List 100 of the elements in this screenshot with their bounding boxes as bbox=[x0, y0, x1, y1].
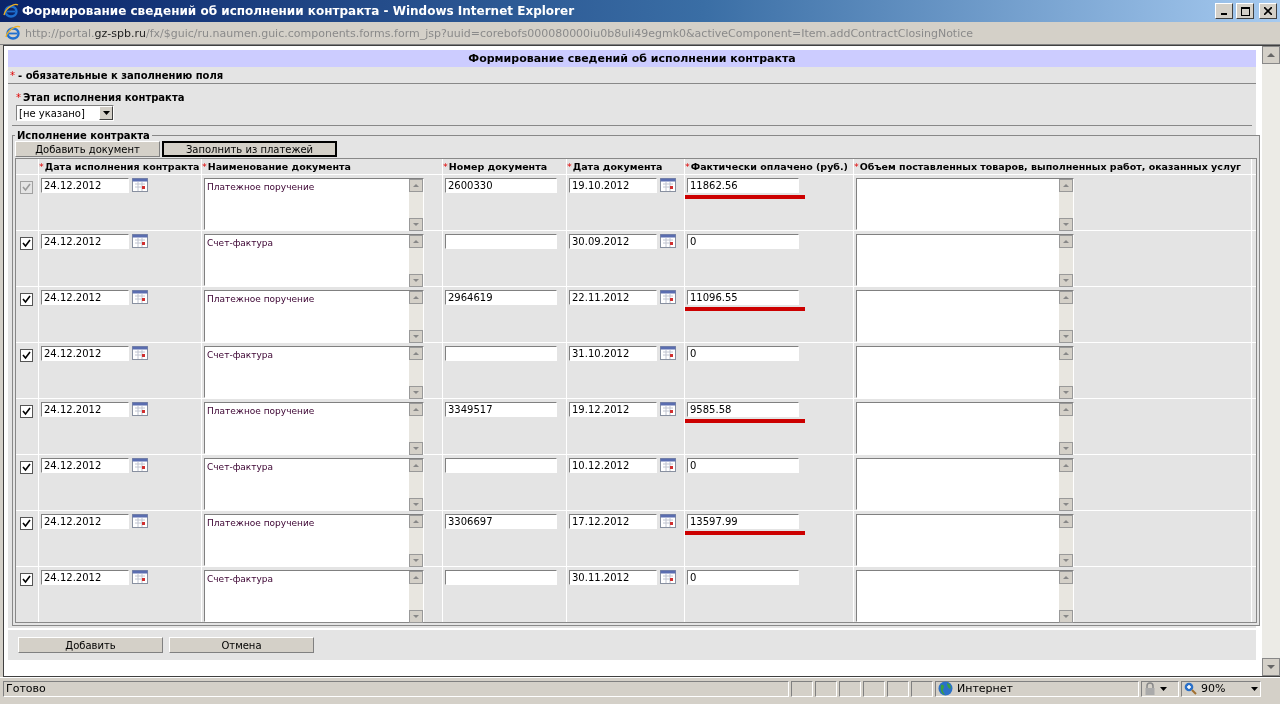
volume-field[interactable] bbox=[856, 234, 1074, 286]
calendar-icon[interactable] bbox=[132, 234, 148, 248]
date-field[interactable]: 24.12.2012 bbox=[41, 234, 129, 249]
document-name-field[interactable]: Платежное поручение bbox=[204, 402, 424, 454]
paid-amount-field[interactable]: 0 bbox=[687, 570, 799, 585]
scroll-bar[interactable] bbox=[409, 403, 423, 455]
document-number-field[interactable]: 2964619 bbox=[445, 290, 557, 305]
calendar-icon[interactable] bbox=[660, 402, 676, 416]
scroll-bar[interactable] bbox=[1059, 291, 1073, 343]
scroll-bar[interactable] bbox=[1059, 459, 1073, 511]
calendar-icon[interactable] bbox=[132, 346, 148, 360]
volume-field[interactable] bbox=[856, 458, 1074, 510]
calendar-icon[interactable] bbox=[132, 458, 148, 472]
close-button[interactable] bbox=[1259, 3, 1277, 19]
date-field[interactable]: 30.09.2012 bbox=[569, 234, 657, 249]
caret-icon[interactable] bbox=[1251, 686, 1258, 691]
address-url[interactable]: http://portal.gz-spb.ru/fx/$guic/ru.naumen.guic.components.forms.form_jsp?uuid=corebofs000080000iu0b8uli49egmk0&activeComponent=Item.addContractClosingNotice bbox=[25, 26, 974, 40]
date-field[interactable]: 24.12.2012 bbox=[41, 290, 129, 305]
calendar-icon[interactable] bbox=[660, 234, 676, 248]
scroll-bar[interactable] bbox=[1059, 235, 1073, 287]
form-button[interactable]: Добавить bbox=[18, 637, 163, 653]
scroll-bar[interactable] bbox=[409, 571, 423, 623]
date-field[interactable]: 17.12.2012 bbox=[569, 514, 657, 529]
zoom-icon[interactable] bbox=[1184, 682, 1197, 695]
calendar-icon[interactable] bbox=[132, 290, 148, 304]
volume-field[interactable] bbox=[856, 570, 1074, 622]
minimize-button[interactable] bbox=[1215, 3, 1233, 19]
calendar-icon[interactable] bbox=[660, 178, 676, 192]
column-header: Объем поставленных товаров, выполненных работ, оказанных услуг bbox=[859, 161, 1242, 172]
document-name-field[interactable]: Счет-фактура bbox=[204, 234, 424, 286]
document-name-field[interactable]: Платежное поручение bbox=[204, 514, 424, 566]
toolbar-button[interactable]: Заполнить из платежей bbox=[162, 141, 337, 157]
scroll-bar[interactable] bbox=[409, 459, 423, 511]
calendar-icon[interactable] bbox=[132, 402, 148, 416]
maximize-button[interactable] bbox=[1236, 3, 1254, 19]
required-mark: * bbox=[16, 92, 21, 103]
document-name-field[interactable]: Счет-фактура bbox=[204, 346, 424, 398]
volume-field[interactable] bbox=[856, 346, 1074, 398]
scroll-bar[interactable] bbox=[409, 235, 423, 287]
document-name-field[interactable]: Платежное поручение bbox=[204, 290, 424, 342]
document-number-field[interactable] bbox=[445, 570, 557, 585]
volume-field[interactable] bbox=[856, 402, 1074, 454]
calendar-icon[interactable] bbox=[660, 458, 676, 472]
date-field[interactable]: 19.12.2012 bbox=[569, 402, 657, 417]
date-field[interactable]: 24.12.2012 bbox=[41, 514, 129, 529]
paid-amount-field[interactable]: 11096.55 bbox=[687, 290, 799, 305]
row-checkbox[interactable] bbox=[20, 461, 33, 474]
calendar-icon[interactable] bbox=[132, 514, 148, 528]
row-checkbox[interactable] bbox=[20, 293, 33, 306]
document-number-field[interactable] bbox=[445, 346, 557, 361]
row-checkbox[interactable] bbox=[20, 237, 33, 250]
document-number-field[interactable]: 3306697 bbox=[445, 514, 557, 529]
paid-amount-field[interactable]: 0 bbox=[687, 234, 799, 249]
calendar-icon[interactable] bbox=[660, 570, 676, 584]
scroll-bar[interactable] bbox=[1059, 403, 1073, 455]
calendar-icon[interactable] bbox=[660, 346, 676, 360]
scroll-bar[interactable] bbox=[409, 515, 423, 567]
date-field[interactable]: 24.12.2012 bbox=[41, 346, 129, 361]
calendar-icon[interactable] bbox=[132, 570, 148, 584]
date-field[interactable]: 24.12.2012 bbox=[41, 570, 129, 585]
scroll-bar[interactable] bbox=[409, 291, 423, 343]
document-number-field[interactable] bbox=[445, 234, 557, 249]
row-checkbox[interactable] bbox=[20, 573, 33, 586]
stage-select[interactable]: [не указано] bbox=[16, 105, 114, 121]
column-header: Дата документа bbox=[572, 161, 663, 172]
scroll-bar[interactable] bbox=[409, 347, 423, 399]
paid-amount-field[interactable]: 0 bbox=[687, 458, 799, 473]
window-title: Формирование сведений об исполнении контракта - Windows Internet Explorer bbox=[22, 4, 576, 18]
document-number-field[interactable] bbox=[445, 458, 557, 473]
calendar-icon[interactable] bbox=[132, 178, 148, 192]
calendar-icon[interactable] bbox=[660, 290, 676, 304]
toolbar-button[interactable]: Добавить документ bbox=[15, 141, 160, 157]
calendar-icon[interactable] bbox=[660, 514, 676, 528]
caret-icon[interactable] bbox=[1160, 686, 1167, 691]
date-field[interactable]: 22.11.2012 bbox=[569, 290, 657, 305]
date-field[interactable]: 30.11.2012 bbox=[569, 570, 657, 585]
scroll-bar[interactable] bbox=[1059, 347, 1073, 399]
document-name-field[interactable]: Счет-фактура bbox=[204, 458, 424, 510]
paid-amount-field[interactable]: 9585.58 bbox=[687, 402, 799, 417]
date-field[interactable]: 31.10.2012 bbox=[569, 346, 657, 361]
maximize-icon bbox=[1240, 6, 1250, 16]
date-field[interactable]: 24.12.2012 bbox=[41, 402, 129, 417]
date-field[interactable]: 24.12.2012 bbox=[41, 458, 129, 473]
scroll-bar[interactable] bbox=[1059, 571, 1073, 623]
paid-amount-field[interactable]: 13597.99 bbox=[687, 514, 799, 529]
volume-field[interactable] bbox=[856, 290, 1074, 342]
volume-field[interactable] bbox=[856, 514, 1074, 566]
volume-field[interactable] bbox=[856, 178, 1074, 230]
page-scroll-bar[interactable] bbox=[1262, 46, 1280, 676]
row-checkbox[interactable] bbox=[20, 405, 33, 418]
scroll-bar[interactable] bbox=[409, 179, 423, 231]
form-button[interactable]: Отмена bbox=[169, 637, 314, 653]
scroll-bar[interactable] bbox=[1059, 179, 1073, 231]
date-field[interactable]: 10.12.2012 bbox=[569, 458, 657, 473]
row-checkbox[interactable] bbox=[20, 349, 33, 362]
row-checkbox[interactable] bbox=[20, 517, 33, 530]
scroll-bar[interactable] bbox=[1059, 515, 1073, 567]
document-name-field[interactable]: Счет-фактура bbox=[204, 570, 424, 622]
paid-amount-field[interactable]: 0 bbox=[687, 346, 799, 361]
document-number-field[interactable]: 3349517 bbox=[445, 402, 557, 417]
